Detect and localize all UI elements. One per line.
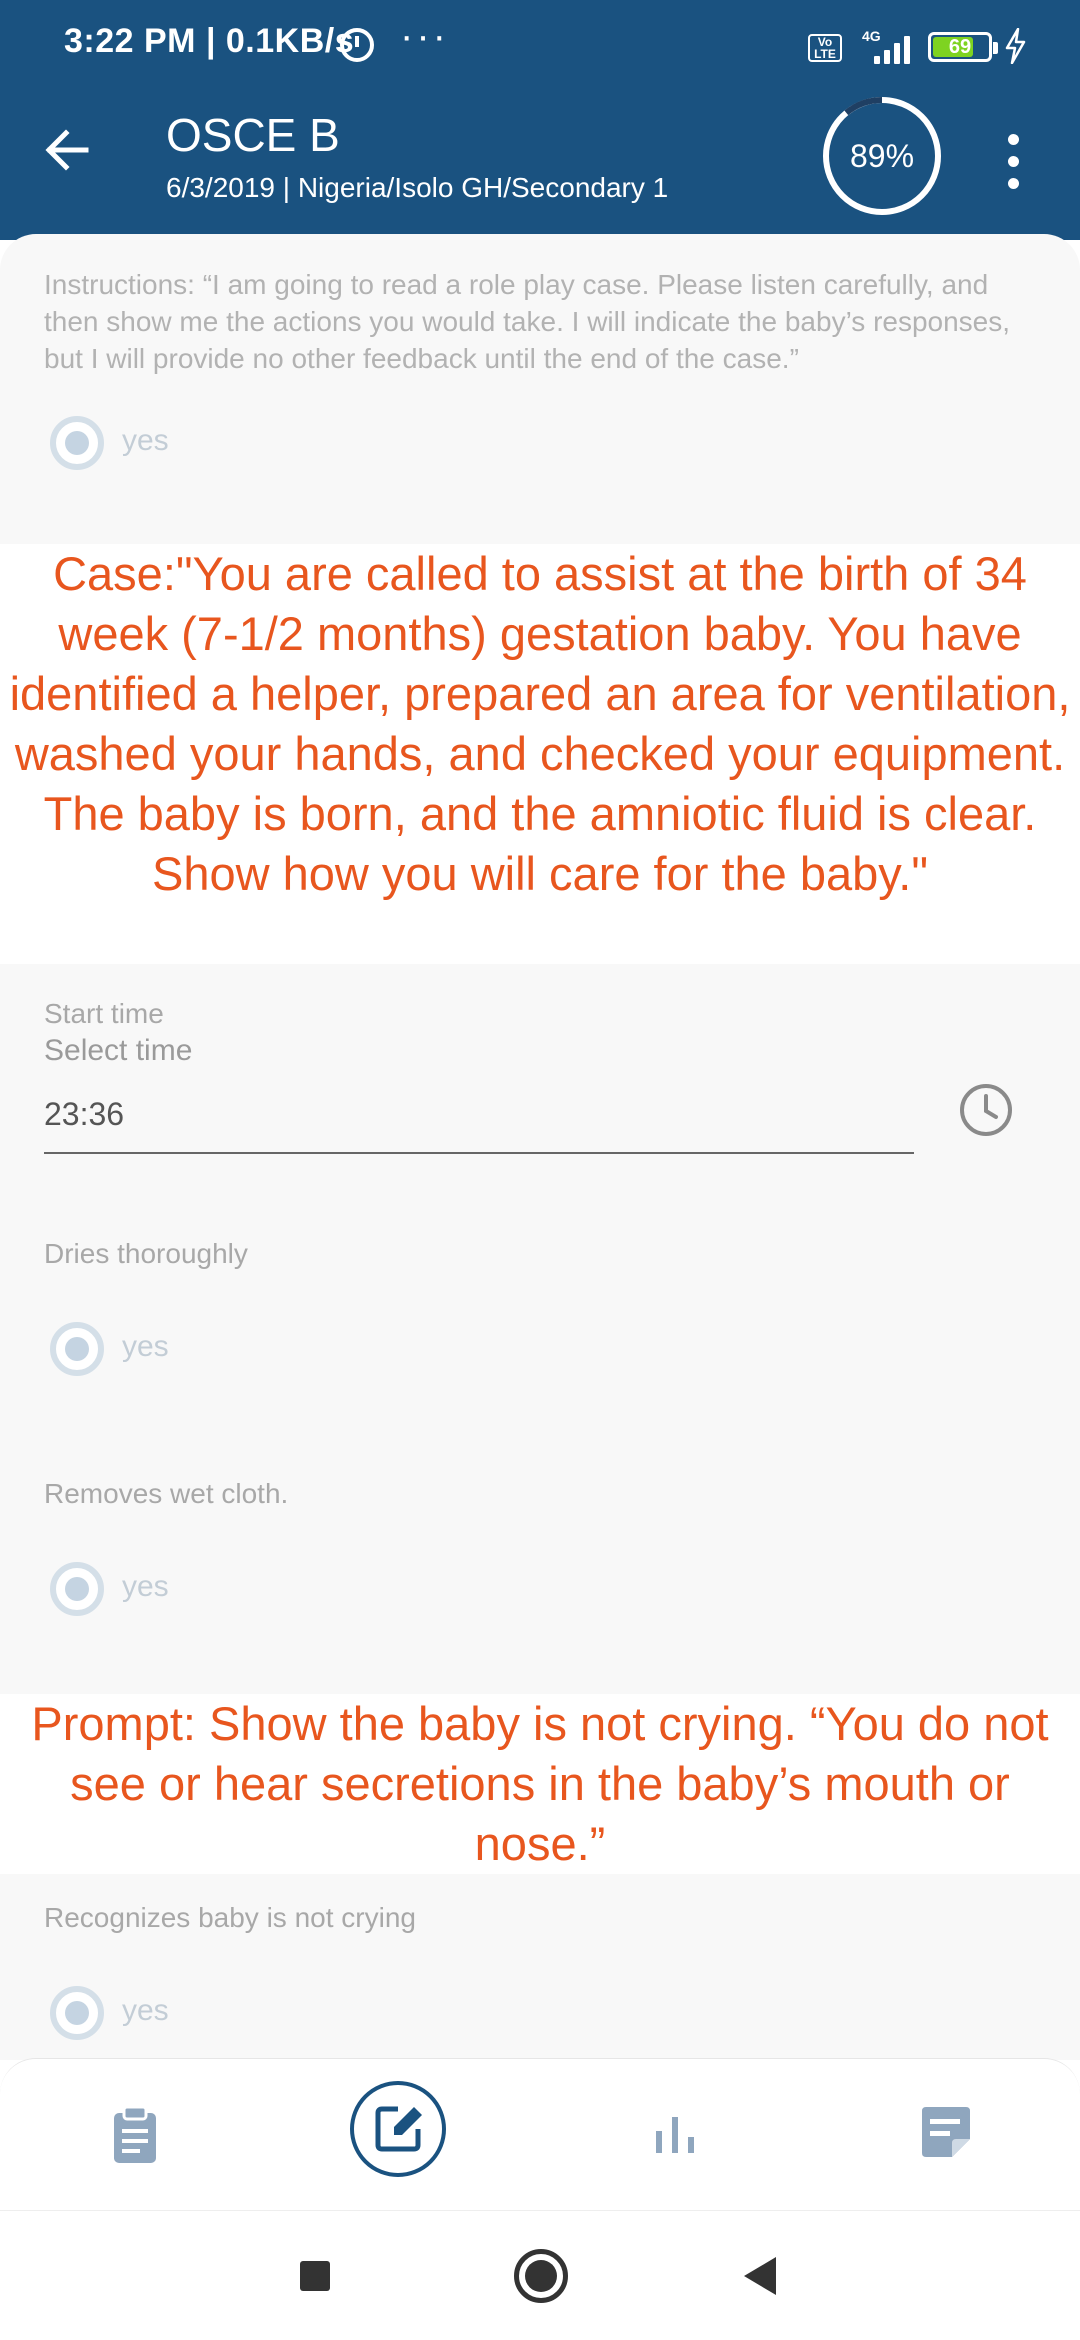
nav-clipboard[interactable]	[80, 2077, 190, 2187]
start-time-input[interactable]: 23:36	[44, 1096, 124, 1133]
removes-wet-cloth-label: Removes wet cloth.	[44, 1478, 289, 1509]
note-icon	[922, 2107, 970, 2157]
recognizes-not-crying-yes-label: yes	[122, 1994, 169, 2027]
system-nav	[0, 2210, 1080, 2340]
case-callout: Case:"You are called to assist at the bi…	[0, 544, 1080, 964]
form-content: Instructions: “I am going to read a role…	[0, 234, 1080, 2060]
page-subtitle: 6/3/2019 | Nigeria/Isolo GH/Secondary 1	[166, 172, 669, 203]
instructions-yes-label: yes	[122, 424, 169, 457]
page-title: OSCE B	[166, 109, 340, 161]
recent-apps-button[interactable]	[300, 2261, 330, 2291]
start-time-label: Start time	[44, 998, 164, 1029]
recognizes-not-crying-label: Recognizes baby is not crying	[44, 1902, 416, 1933]
battery-icon: 69	[928, 32, 998, 62]
dries-thoroughly-yes-label: yes	[122, 1330, 169, 1363]
edit-icon	[375, 2106, 422, 2152]
status-bar: 3:22 PM | 0.1KB/s ··· Vo LTE 4G 69	[0, 0, 1080, 80]
more-vert-icon[interactable]	[1004, 134, 1024, 194]
bottom-nav	[0, 2058, 1080, 2210]
alarm-icon	[340, 28, 374, 62]
signal-icon	[870, 30, 914, 64]
instructions-text: Instructions: “I am going to read a role…	[44, 269, 1011, 374]
select-time-title: Select time	[44, 1034, 193, 1067]
removes-wet-cloth-yes-radio[interactable]	[50, 1562, 104, 1616]
status-time: 3:22 PM | 0.1KB/s	[64, 22, 355, 60]
dries-thoroughly-yes-radio[interactable]	[50, 1322, 104, 1376]
recognizes-not-crying-yes-radio[interactable]	[50, 1986, 104, 2040]
bar-chart-icon	[656, 2117, 694, 2153]
start-time-underline	[44, 1152, 914, 1154]
instructions-yes-radio[interactable]	[50, 416, 104, 470]
progress-label: 89%	[849, 138, 915, 174]
bolt-icon	[1005, 28, 1026, 64]
removes-wet-cloth-yes-label: yes	[122, 1570, 169, 1603]
nav-edit[interactable]	[350, 2081, 446, 2177]
battery-level: 69	[948, 36, 972, 58]
more-notifications-icon: ···	[400, 14, 449, 58]
system-back-button[interactable]	[744, 2257, 776, 2295]
app-bar: OSCE B 6/3/2019 | Nigeria/Isolo GH/Secon…	[0, 80, 1080, 240]
dries-thoroughly-label: Dries thoroughly	[44, 1238, 248, 1269]
nav-stats[interactable]	[620, 2077, 730, 2187]
home-button[interactable]	[514, 2249, 568, 2303]
arrow-left-icon[interactable]	[36, 118, 100, 182]
clipboard-icon	[114, 2105, 156, 2163]
prompt-callout: Prompt: Show the baby is not crying. “Yo…	[0, 1694, 1080, 1874]
clock-icon[interactable]	[958, 1082, 1014, 1138]
nav-notes[interactable]	[890, 2077, 1000, 2187]
volte-icon: Vo LTE	[808, 34, 842, 62]
